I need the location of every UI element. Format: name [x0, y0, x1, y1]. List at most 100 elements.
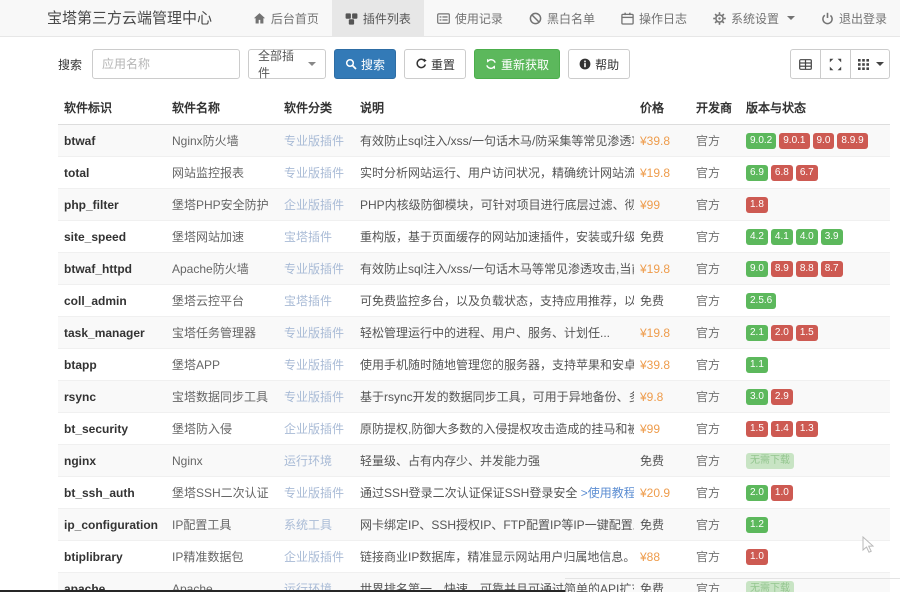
version-badge[interactable]: 1.8	[746, 197, 768, 213]
nav-item-label: 插件列表	[363, 10, 411, 27]
cell-price: ¥19.8	[634, 317, 690, 349]
table-header-row: 软件标识软件名称软件分类说明价格开发商版本与状态	[58, 91, 890, 125]
version-badge[interactable]: 9.0	[746, 261, 768, 277]
cell-category-link[interactable]: 企业版插件	[278, 541, 354, 573]
cell-description: 使用手机随时随地管理您的服务器，支持苹果和安卓 >组...	[354, 349, 634, 381]
cell-software-id: btwaf_httpd	[58, 253, 166, 285]
cell-category-link[interactable]: 专业版插件	[278, 125, 354, 157]
cell-software-id: rsync	[58, 381, 166, 413]
help-button[interactable]: 帮助	[568, 49, 630, 79]
version-badge[interactable]: 8.9	[771, 261, 793, 277]
app-title: 宝塔第三方云端管理中心	[47, 0, 212, 36]
version-badge[interactable]: 6.8	[771, 165, 793, 181]
version-badge: 无需下载	[746, 453, 794, 469]
cell-price: ¥39.8	[634, 349, 690, 381]
cell-versions: 无需下载	[740, 445, 890, 477]
cell-category-link[interactable]: 专业版插件	[278, 349, 354, 381]
cell-category-link[interactable]: 企业版插件	[278, 413, 354, 445]
card-view-button[interactable]	[790, 49, 821, 79]
nav-item-label: 使用记录	[455, 10, 503, 27]
version-badge[interactable]: 6.7	[796, 165, 818, 181]
cell-category-link[interactable]: 运行环境	[278, 445, 354, 477]
category-select[interactable]: 全部插件	[248, 49, 326, 79]
version-badge[interactable]: 1.1	[746, 357, 768, 373]
version-badge[interactable]: 9.0.2	[746, 133, 776, 149]
search-button[interactable]: 搜索	[334, 49, 396, 79]
cell-category-link[interactable]: 专业版插件	[278, 477, 354, 509]
version-badge[interactable]: 2.1	[746, 325, 768, 341]
version-badge[interactable]: 9.0	[813, 133, 835, 149]
description-text: 可免费监控多台，以及负载状态，支持应用推荐，以及其...	[360, 294, 634, 308]
refetch-button[interactable]: 重新获取	[474, 49, 560, 79]
version-badge[interactable]: 4.0	[796, 229, 818, 245]
version-badge[interactable]: 1.4	[771, 421, 793, 437]
blacklist-icon	[529, 12, 542, 25]
table-row: btwafNginx防火墙专业版插件有效防止sql注入/xss/一句话木马/防采…	[58, 125, 890, 157]
cell-category-link[interactable]: 宝塔插件	[278, 221, 354, 253]
table-row: site_speed堡塔网站加速宝塔插件重构版，基于页面缓存的网站加速插件，安装…	[58, 221, 890, 253]
description-link[interactable]: >使用教程	[581, 486, 634, 500]
columns-button[interactable]	[850, 49, 890, 79]
version-badge[interactable]: 2.0	[771, 325, 793, 341]
version-badge[interactable]: 8.8	[796, 261, 818, 277]
cell-vendor: 官方	[690, 445, 740, 477]
search-input[interactable]	[92, 49, 240, 79]
nav-item-logs[interactable]: 操作日志	[608, 0, 700, 36]
version-badge[interactable]: 1.5	[796, 325, 818, 341]
cell-category-link[interactable]: 企业版插件	[278, 189, 354, 221]
price-value: ¥99	[640, 422, 660, 436]
description-text: 基于rsync开发的数据同步工具，可用于异地备份、多台主...	[360, 390, 634, 404]
cell-description: 基于rsync开发的数据同步工具，可用于异地备份、多台主...	[354, 381, 634, 413]
calendar-icon	[621, 12, 634, 25]
cell-price: ¥20.9	[634, 477, 690, 509]
version-badge[interactable]: 4.2	[746, 229, 768, 245]
version-badge[interactable]: 2.5.6	[746, 293, 776, 309]
table-row: btiplibraryIP精准数据包企业版插件链接商业IP数据库，精准显示网站用…	[58, 541, 890, 573]
version-badge[interactable]: 2.9	[771, 389, 793, 405]
version-badge[interactable]: 3.9	[821, 229, 843, 245]
cell-category-link[interactable]: 宝塔插件	[278, 285, 354, 317]
description-text: 有效防止sql注入/xss/一句话木马等常见渗透攻击,当前仅...	[360, 262, 634, 276]
nav-item-home[interactable]: 后台首页	[240, 0, 332, 36]
cell-software-id: total	[58, 157, 166, 189]
main-nav: 后台首页 插件列表 使用记录黑白名单操作日志系统设置退出登录	[240, 0, 900, 36]
cell-description: 原防提权,防御大多数的入侵提权攻击造成的挂马和被篡改...	[354, 413, 634, 445]
cell-price: 免费	[634, 573, 690, 592]
cell-category-link[interactable]: 专业版插件	[278, 317, 354, 349]
cell-category-link[interactable]: 系统工具	[278, 509, 354, 541]
nav-item-plugins[interactable]: 插件列表	[332, 0, 424, 36]
version-badge[interactable]: 2.0	[746, 485, 768, 501]
nav-item-settings[interactable]: 系统设置	[700, 0, 808, 36]
table-row: bt_security堡塔防入侵企业版插件原防提权,防御大多数的入侵提权攻击造成…	[58, 413, 890, 445]
version-badge[interactable]: 1.0	[746, 549, 768, 565]
description-text: 网卡绑定IP、SSH授权IP、FTP配置IP等IP一键配置工具,...	[360, 518, 634, 532]
nav-item-records[interactable]: 使用记录	[424, 0, 516, 36]
cell-software-id: bt_security	[58, 413, 166, 445]
version-badge[interactable]: 4.1	[771, 229, 793, 245]
description-text: 轻松管理运行中的进程、用户、服务、计划任...	[360, 326, 610, 340]
version-badge[interactable]: 1.3	[796, 421, 818, 437]
nav-item-blacklist[interactable]: 黑白名单	[516, 0, 608, 36]
price-value: ¥39.8	[640, 134, 670, 148]
version-badge[interactable]: 8.9.9	[837, 133, 867, 149]
cell-vendor: 官方	[690, 157, 740, 189]
cell-category-link[interactable]: 专业版插件	[278, 157, 354, 189]
nav-item-logout[interactable]: 退出登录	[808, 0, 900, 36]
version-badge[interactable]: 8.7	[821, 261, 843, 277]
reset-button[interactable]: 重置	[404, 49, 466, 79]
version-badge[interactable]: 9.0.1	[779, 133, 809, 149]
version-badge[interactable]: 1.2	[746, 517, 768, 533]
cell-category-link[interactable]: 专业版插件	[278, 253, 354, 285]
cell-description: 可免费监控多台，以及负载状态，支持应用推荐，以及其...	[354, 285, 634, 317]
refresh-icon	[485, 58, 497, 70]
fullscreen-button[interactable]	[820, 49, 851, 79]
cell-software-id: site_speed	[58, 221, 166, 253]
price-value: ¥9.8	[640, 390, 663, 404]
price-value: ¥19.8	[640, 326, 670, 340]
version-badge[interactable]: 1.0	[771, 485, 793, 501]
version-badge[interactable]: 6.9	[746, 165, 768, 181]
cell-category-link[interactable]: 专业版插件	[278, 381, 354, 413]
version-badge[interactable]: 3.0	[746, 389, 768, 405]
version-badge[interactable]: 1.5	[746, 421, 768, 437]
cell-software-name: 宝塔数据同步工具	[166, 381, 278, 413]
